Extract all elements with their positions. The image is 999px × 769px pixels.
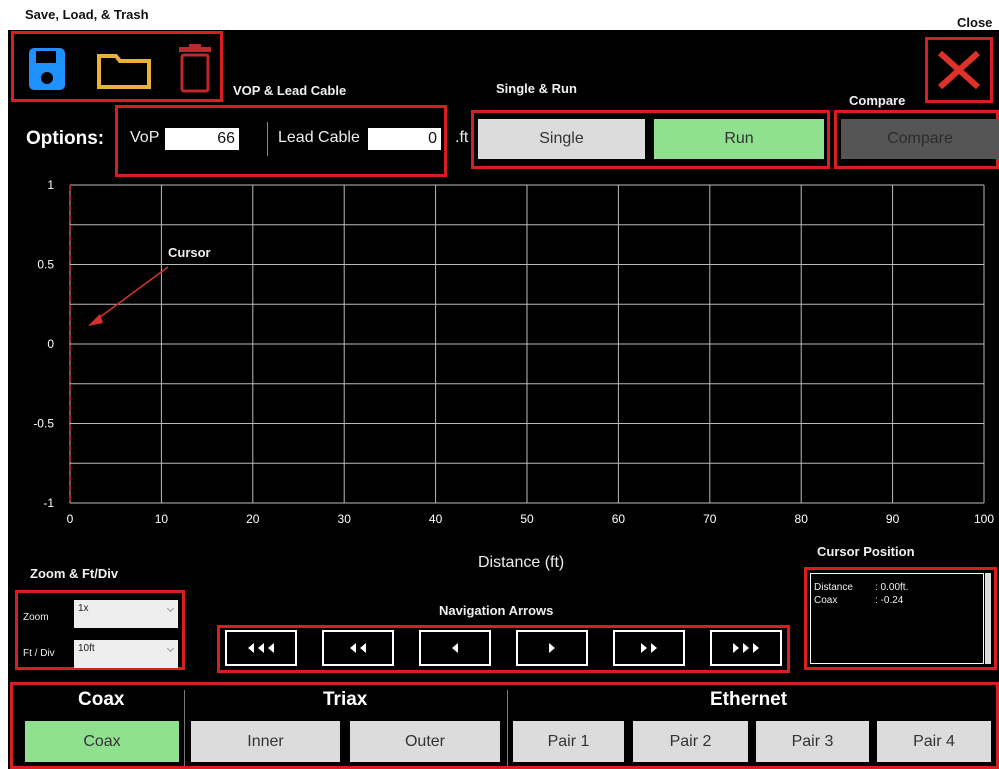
single-button[interactable]: Single — [478, 119, 645, 159]
trash-icon[interactable] — [178, 44, 212, 94]
cursor-coax-value: : -0.24 — [875, 595, 904, 606]
triax-inner-button[interactable]: Inner — [191, 721, 340, 762]
zoom-value: 1x — [78, 603, 89, 614]
nav-medium-right-button[interactable] — [613, 630, 685, 666]
lead-cable-label: Lead Cable — [278, 129, 360, 146]
x-tick-label: 0 — [67, 512, 74, 526]
annotation-save-load-trash: Save, Load, & Trash — [25, 7, 149, 22]
tdr-app-window: VOP & Lead Cable Single & Run Compare Op… — [8, 30, 999, 769]
vop-label: VoP — [130, 129, 160, 146]
ftdiv-value: 10ft — [78, 643, 95, 654]
arrow-right-icon — [743, 643, 749, 653]
cursor-annotation-arrow — [91, 266, 169, 324]
arrow-left-icon — [258, 643, 264, 653]
ethernet-group-header: Ethernet — [710, 689, 788, 710]
arrow-right-icon — [641, 643, 647, 653]
cursor-distance-label: Distance — [814, 582, 853, 593]
nav-left-button[interactable] — [419, 630, 491, 666]
nav-fast-left-button[interactable] — [225, 630, 297, 666]
nav-fast-right-button[interactable] — [710, 630, 782, 666]
annotation-compare: Compare — [849, 93, 906, 108]
arrow-left-icon — [360, 643, 366, 653]
ftdiv-select[interactable]: 10ft — [74, 640, 178, 668]
ethernet-pair1-button[interactable]: Pair 1 — [513, 721, 624, 762]
x-tick-label: 40 — [429, 512, 443, 526]
annotation-cursor-position: Cursor Position — [817, 544, 915, 559]
arrow-left-icon — [248, 643, 254, 653]
arrow-right-icon — [651, 643, 657, 653]
chevron-down-icon — [166, 604, 175, 613]
y-tick-label: 1 — [47, 178, 54, 192]
annotation-vop-lead: VOP & Lead Cable — [233, 83, 347, 98]
x-tick-label: 10 — [155, 512, 169, 526]
arrow-left-icon — [350, 643, 356, 653]
annotation-navigation-arrows: Navigation Arrows — [439, 603, 554, 618]
y-tick-label: -0.5 — [33, 417, 54, 431]
cable-divider-2 — [507, 690, 508, 766]
tdr-chart: 0 10 20 30 40 50 60 70 80 90 100 1 0.5 0 -0.5 -1 — [33, 178, 994, 526]
cursor-coax-label: Coax — [814, 595, 838, 606]
annotation-close: Close — [957, 15, 993, 30]
x-tick-label: 100 — [974, 512, 994, 526]
annotation-cursor: Cursor — [168, 245, 211, 260]
cable-divider-1 — [184, 690, 185, 766]
lead-cable-input[interactable]: 0 — [368, 128, 441, 150]
ethernet-pair4-button[interactable]: Pair 4 — [877, 721, 991, 762]
annotation-zoom-ftdiv: Zoom & Ft/Div — [30, 566, 119, 581]
folder-open-icon[interactable] — [96, 50, 152, 90]
nav-right-button[interactable] — [516, 630, 588, 666]
x-tick-label: 20 — [246, 512, 260, 526]
options-label: Options: — [26, 128, 105, 149]
navigation-group — [217, 625, 790, 673]
arrow-right-icon — [733, 643, 739, 653]
y-tick-label: 0.5 — [37, 258, 54, 272]
vop-input[interactable]: 66 — [165, 128, 239, 150]
triax-group-header: Triax — [323, 689, 368, 710]
zoom-select[interactable]: 1x — [74, 600, 178, 628]
cursor-distance-value: : 0.00ft. — [875, 582, 909, 593]
arrow-right-icon — [753, 643, 759, 653]
ftdiv-label: Ft / Div — [23, 648, 55, 659]
arrow-left-icon — [452, 643, 458, 653]
x-tick-label: 30 — [338, 512, 352, 526]
triax-outer-button[interactable]: Outer — [350, 721, 500, 762]
save-icon[interactable] — [28, 47, 66, 91]
zoom-label: Zoom — [23, 612, 49, 623]
coax-button[interactable]: Coax — [25, 721, 179, 762]
x-tick-label: 60 — [612, 512, 626, 526]
chevron-down-icon — [166, 644, 175, 653]
x-tick-label: 80 — [795, 512, 809, 526]
annotation-single-run: Single & Run — [496, 81, 577, 96]
x-tick-label: 50 — [520, 512, 534, 526]
cursor-position-scrollbar[interactable] — [985, 573, 991, 664]
x-axis-label: Distance (ft) — [478, 554, 565, 571]
y-tick-label: -1 — [43, 496, 54, 510]
lead-cable-unit: .ft — [455, 129, 469, 146]
arrow-right-icon — [549, 643, 555, 653]
ethernet-pair3-button[interactable]: Pair 3 — [756, 721, 869, 762]
run-button[interactable]: Run — [654, 119, 824, 159]
ethernet-pair2-button[interactable]: Pair 2 — [633, 721, 748, 762]
options-divider — [267, 122, 268, 156]
arrow-left-icon — [268, 643, 274, 653]
close-icon[interactable] — [937, 50, 981, 90]
x-tick-label: 70 — [703, 512, 717, 526]
compare-button[interactable]: Compare — [841, 119, 999, 159]
x-tick-label: 90 — [886, 512, 900, 526]
nav-medium-left-button[interactable] — [322, 630, 394, 666]
coax-group-header: Coax — [78, 689, 125, 710]
y-tick-label: 0 — [47, 337, 54, 351]
